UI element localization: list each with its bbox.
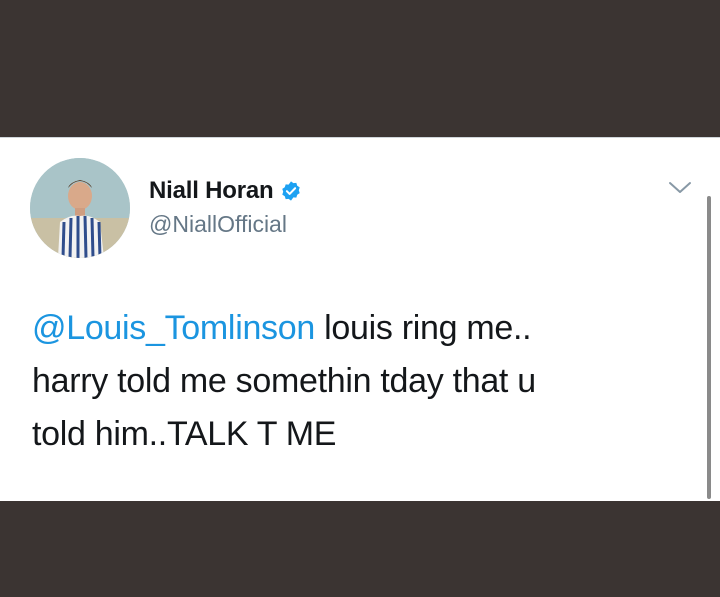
scrollbar[interactable] bbox=[707, 196, 711, 499]
tweet-card: Niall Horan @NiallOfficial @Louis_Tomlin… bbox=[0, 137, 720, 501]
user-handle[interactable]: @NiallOfficial bbox=[149, 211, 287, 238]
mention-link[interactable]: @Louis_Tomlinson bbox=[32, 309, 315, 347]
avatar[interactable] bbox=[30, 158, 130, 258]
tweet-line-2: harry told me somethin tday that u bbox=[32, 362, 536, 400]
tweet-text: @Louis_Tomlinson louis ring me.. harry t… bbox=[32, 302, 672, 461]
display-name[interactable]: Niall Horan bbox=[149, 177, 274, 205]
chevron-down-icon[interactable] bbox=[668, 180, 692, 196]
top-dark-band bbox=[0, 0, 720, 137]
name-row: Niall Horan bbox=[149, 177, 302, 205]
tweet-line-1: @Louis_Tomlinson louis ring me.. bbox=[32, 302, 672, 355]
avatar-photo bbox=[30, 158, 130, 258]
tweet-line-1-text: louis ring me.. bbox=[314, 309, 532, 347]
bottom-dark-band bbox=[0, 501, 720, 597]
tweet-line-3: told him..TALK T ME bbox=[32, 415, 337, 453]
verified-badge-icon bbox=[280, 180, 302, 202]
